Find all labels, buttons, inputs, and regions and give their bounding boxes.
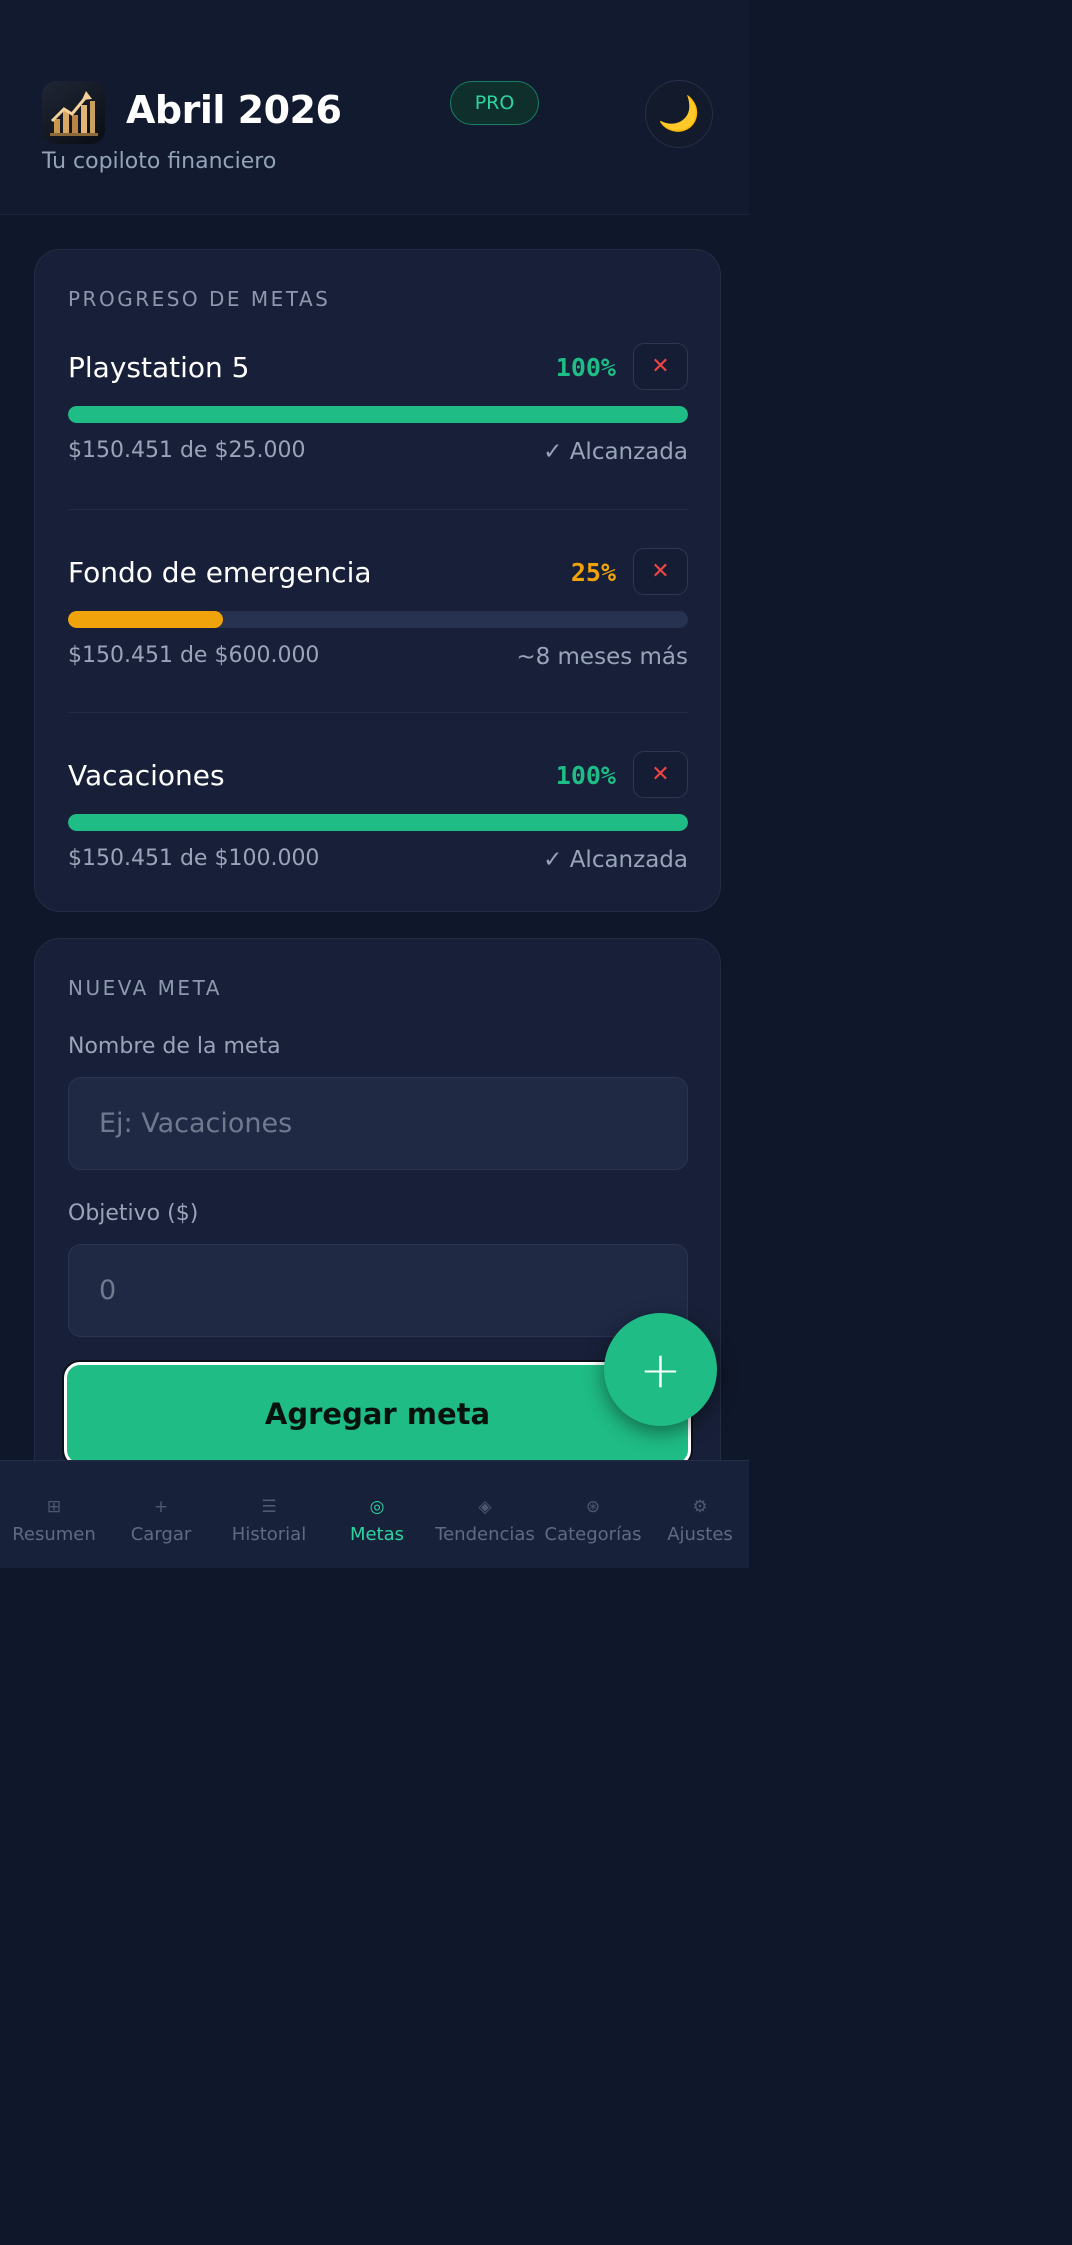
- list-icon: ☰: [261, 1497, 277, 1517]
- goal-amount: $150.451 de $600.000: [68, 643, 320, 668]
- nav-label: Metas: [349, 1524, 405, 1545]
- goal-amount: $150.451 de $25.000: [68, 438, 306, 463]
- nav-item-metas[interactable]: ◎ Metas: [323, 1461, 431, 1569]
- nav-item-ajustes[interactable]: ⚙ Ajustes: [646, 1461, 754, 1569]
- nav-label: Ajustes: [667, 1524, 733, 1545]
- section-title: PROGRESO DE METAS: [68, 287, 331, 311]
- goal-percent: 100%: [555, 353, 616, 382]
- goal-status: ✓ Alcanzada: [543, 439, 688, 465]
- nav-item-resumen[interactable]: ⊞ Resumen: [0, 1461, 108, 1569]
- divider: [68, 712, 688, 713]
- app-header: Abril 2026 Tu copiloto financiero PRO 🌙: [0, 0, 749, 215]
- goal-progress-fill: [68, 406, 688, 423]
- nav-label: Historial: [231, 1524, 307, 1545]
- goal-progress-bar: [68, 406, 688, 423]
- goals-progress-card: PROGRESO DE METAS Playstation 5 100% ✕ $…: [34, 249, 721, 912]
- goal-name: Fondo de emergencia: [68, 556, 372, 589]
- trend-icon: ◈: [478, 1497, 492, 1517]
- target-icon: ◎: [369, 1497, 385, 1517]
- goal-percent: 25%: [570, 558, 616, 587]
- nav-label: Categorías: [544, 1524, 642, 1545]
- nav-item-cargar[interactable]: + Cargar: [107, 1461, 215, 1569]
- close-icon: ✕: [651, 559, 670, 584]
- goal-name-input[interactable]: [68, 1077, 688, 1170]
- remove-goal-button[interactable]: ✕: [633, 343, 688, 390]
- goal-item: Vacaciones 100% ✕ $150.451 de $100.000 ✓…: [68, 751, 688, 899]
- plus-icon: +: [639, 1340, 682, 1399]
- add-goal-button[interactable]: Agregar meta: [64, 1362, 691, 1466]
- nav-label: Resumen: [12, 1524, 96, 1545]
- goal-status: ~8 meses más: [516, 644, 688, 670]
- theme-toggle-button[interactable]: 🌙: [645, 80, 713, 148]
- gear-icon: ⚙: [692, 1497, 708, 1517]
- growth-chart-icon: [42, 81, 105, 144]
- plus-icon: +: [153, 1497, 169, 1517]
- goal-name-label: Nombre de la meta: [68, 1034, 281, 1059]
- add-fab-button[interactable]: +: [604, 1313, 717, 1426]
- page-subtitle: Tu copiloto financiero: [42, 149, 277, 174]
- remove-goal-button[interactable]: ✕: [633, 751, 688, 798]
- close-icon: ✕: [651, 762, 670, 787]
- nav-item-historial[interactable]: ☰ Historial: [215, 1461, 323, 1569]
- goal-target-input[interactable]: [68, 1244, 688, 1337]
- goal-percent: 100%: [555, 761, 616, 790]
- pro-badge: PRO: [450, 81, 539, 125]
- categories-icon: ⊛: [585, 1497, 601, 1517]
- goal-target-label: Objetivo ($): [68, 1201, 199, 1226]
- nav-item-tendencias[interactable]: ◈ Tendencias: [431, 1461, 539, 1569]
- goal-progress-fill: [68, 611, 223, 628]
- goal-status: ✓ Alcanzada: [543, 847, 688, 873]
- close-icon: ✕: [651, 354, 670, 379]
- nav-label: Tendencias: [435, 1524, 535, 1545]
- goal-item: Playstation 5 100% ✕ $150.451 de $25.000…: [68, 343, 688, 491]
- grid-icon: ⊞: [46, 1497, 62, 1517]
- goal-progress-bar: [68, 611, 688, 628]
- divider: [68, 509, 688, 510]
- bottom-nav: ⊞ Resumen + Cargar ☰ Historial ◎ Metas ◈…: [0, 1460, 749, 1568]
- goal-name: Playstation 5: [68, 351, 250, 384]
- section-title: NUEVA META: [68, 976, 222, 1000]
- goal-progress-fill: [68, 814, 688, 831]
- moon-icon: 🌙: [657, 94, 701, 134]
- remove-goal-button[interactable]: ✕: [633, 548, 688, 595]
- goal-name: Vacaciones: [68, 759, 225, 792]
- page-title: Abril 2026: [126, 88, 342, 132]
- goal-amount: $150.451 de $100.000: [68, 846, 320, 871]
- nav-item-categorias[interactable]: ⊛ Categorías: [539, 1461, 647, 1569]
- goal-item: Fondo de emergencia 25% ✕ $150.451 de $6…: [68, 548, 688, 696]
- goal-progress-bar: [68, 814, 688, 831]
- nav-label: Cargar: [130, 1524, 192, 1545]
